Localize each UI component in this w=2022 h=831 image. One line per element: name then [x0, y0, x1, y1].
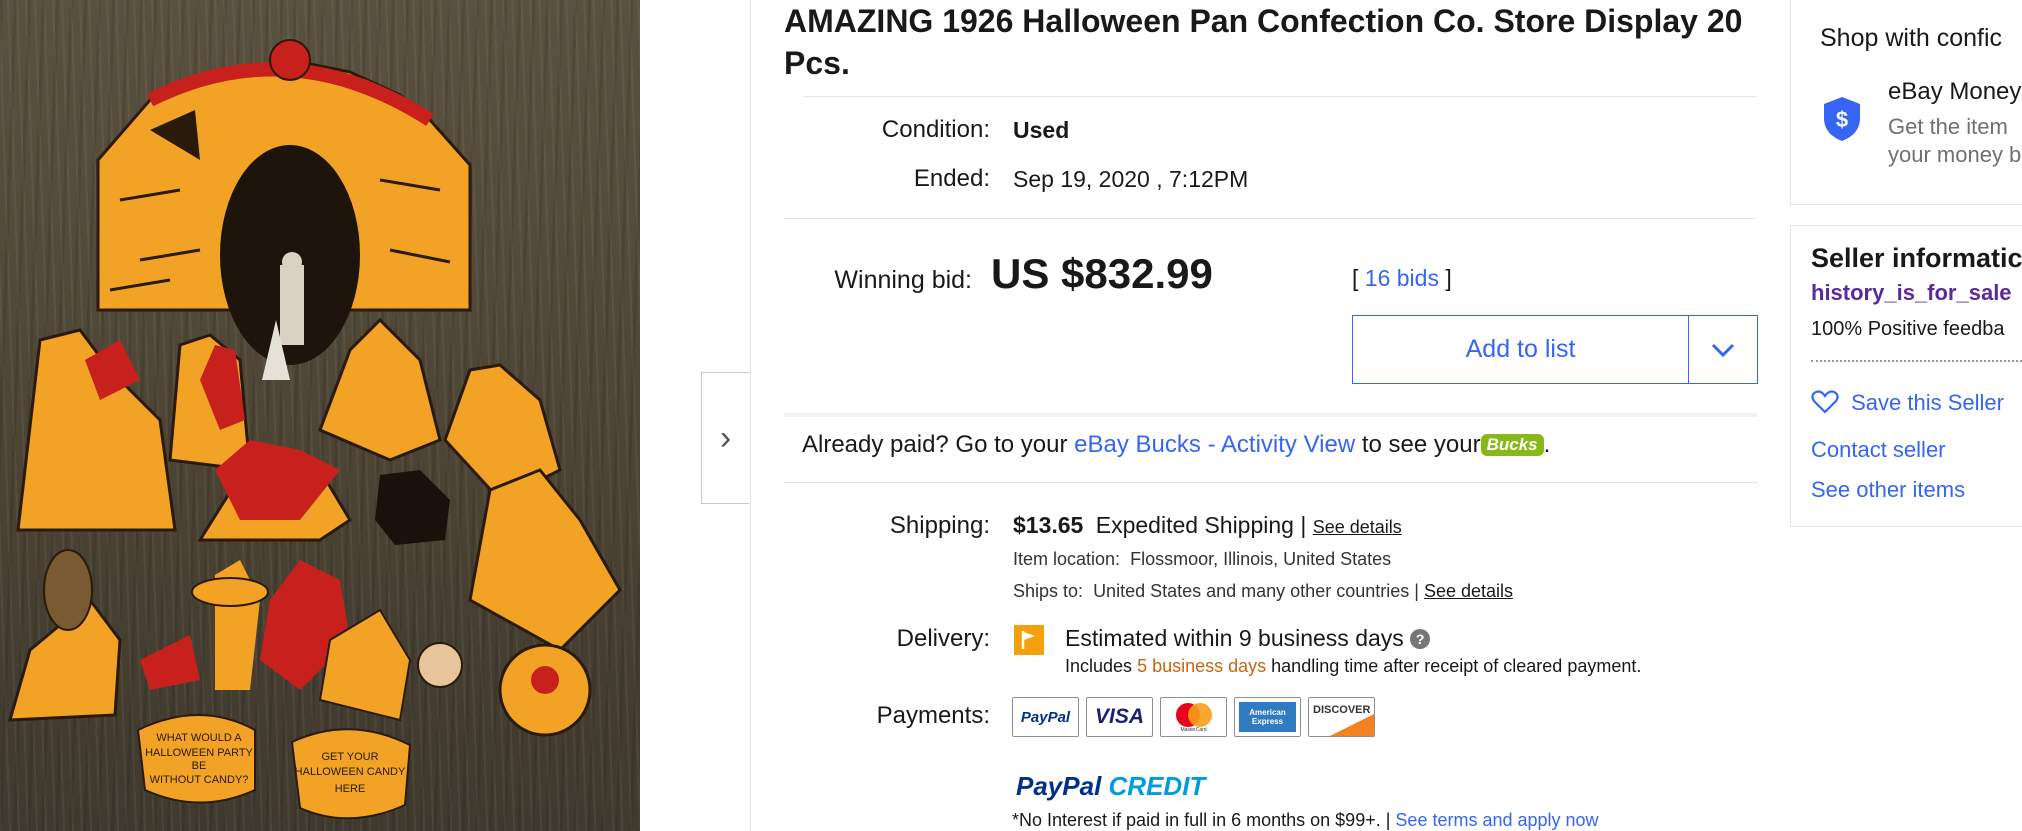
amex-logo-text: American Express — [1249, 708, 1286, 726]
bids-bracket-close: ] — [1445, 265, 1452, 291]
money-back-title: eBay Money — [1888, 78, 2022, 105]
mastercard-icon — [1175, 702, 1212, 727]
seller-info-title: Seller informatic — [1811, 243, 2022, 273]
add-to-list-control: Add to list — [1352, 315, 1758, 384]
save-seller-button[interactable]: Save this Seller — [1811, 390, 2004, 416]
see-terms-link[interactable]: See terms and apply now — [1395, 810, 1598, 830]
shipping-see-details-link[interactable]: See details — [1313, 517, 1402, 537]
sign-left-line-2: HALLOWEEN PARTY — [145, 747, 253, 759]
paypal-logo: PayPal — [1012, 697, 1079, 737]
contact-seller-link[interactable]: Contact seller — [1811, 437, 1946, 463]
heart-icon — [1811, 390, 1839, 414]
ended-label: Ended: — [913, 165, 990, 192]
condition-value: Used — [1013, 117, 1070, 143]
add-to-list-button[interactable]: Add to list — [1353, 316, 1689, 383]
money-back-line-2: your money b — [1888, 142, 2022, 167]
shipping-line: $13.65 Expedited Shipping | See details — [1013, 512, 1402, 539]
visa-logo: VISA — [1086, 697, 1153, 737]
sign-left-line-3: BE — [192, 760, 207, 772]
bucks-badge: Bucks — [1480, 434, 1544, 456]
sign-left-line-4: WITHOUT CANDY? — [150, 774, 249, 786]
handling-suffix: handling time after receipt of cleared p… — [1271, 656, 1642, 676]
paid-prefix: Already paid? Go to your — [802, 431, 1068, 458]
seller-name-link[interactable]: history_is_for_sale — [1811, 280, 2012, 306]
money-back-line-1: Get the item — [1888, 114, 2008, 139]
ships-to-value: United States and many other countries | — [1093, 581, 1419, 601]
handling-time-note: Includes 5 business days handling time a… — [1065, 656, 1641, 677]
shop-confidence-title: Shop with confic — [1820, 24, 2003, 52]
seller-divider — [1811, 360, 2022, 362]
chevron-down-icon — [1711, 343, 1735, 357]
paypal-credit-word: CREDIT — [1108, 771, 1206, 801]
condition-divider — [784, 218, 1756, 219]
bids-bracket-open: [ — [1352, 265, 1359, 291]
paypal-credit-brand: PayPal — [1016, 771, 1102, 801]
ebay-bucks-activity-link[interactable]: eBay Bucks - Activity View — [1074, 431, 1355, 458]
delivery-estimate: Estimated within 9 business days ? — [1065, 625, 1431, 652]
no-interest-text: *No Interest if paid in full in 6 months… — [1012, 810, 1391, 830]
seller-feedback: 100% Positive feedba — [1811, 318, 2005, 340]
listing-photo[interactable]: WHAT WOULD A HALLOWEEN PARTY BE WITHOUT … — [0, 0, 640, 831]
payments-label: Payments: — [876, 702, 990, 729]
delivery-estimate-text: Estimated within 9 business days — [1065, 625, 1404, 651]
discover-logo: DISCOVER — [1308, 697, 1375, 737]
handling-days: 5 business days — [1137, 656, 1267, 676]
gallery-next-button[interactable]: › — [701, 372, 749, 504]
shipping-label: Shipping: — [889, 512, 990, 539]
item-location-label: Item location: — [1013, 549, 1121, 569]
photo-margin — [640, 0, 702, 831]
ships-to-see-details-link[interactable]: See details — [1424, 581, 1513, 601]
sign-left-line-1: WHAT WOULD A — [156, 732, 242, 744]
mastercard-logo-text: MasterCard — [1180, 726, 1207, 733]
item-location-value: Flossmoor, Illinois, United States — [1130, 549, 1392, 569]
ships-to-label: Ships to: — [1013, 581, 1084, 601]
flag-icon — [1021, 631, 1035, 649]
sign-right-line-3: HERE — [335, 783, 366, 795]
bid-count: [ 16 bids ] — [1352, 265, 1452, 292]
paypal-credit-note: *No Interest if paid in full in 6 months… — [1012, 810, 1599, 831]
already-paid-message: Already paid? Go to your eBay Bucks - Ac… — [802, 431, 1550, 459]
delivery-flag — [1014, 625, 1044, 655]
paid-suffix: to see your — [1361, 431, 1481, 458]
paid-end: . — [1543, 431, 1551, 458]
bid-history-link[interactable]: 16 bids — [1365, 265, 1439, 291]
paypal-logo-text: PayPal — [1020, 708, 1071, 726]
discover-stripe — [1330, 714, 1374, 736]
item-location: Item location: Flossmoor, Illinois, Unit… — [1013, 549, 1391, 570]
save-seller-label: Save this Seller — [1851, 390, 2004, 415]
chevron-right-icon: › — [719, 418, 732, 457]
svg-text:$: $ — [1836, 107, 1848, 132]
winning-bid-price: US $832.99 — [991, 250, 1213, 297]
condition-label: Condition: — [881, 116, 990, 143]
ended-value: Sep 19, 2020 , 7:12PM — [1013, 166, 1249, 192]
add-to-list-menu-button[interactable] — [1689, 316, 1757, 383]
shield-dollar-icon: $ — [1824, 97, 1860, 141]
item-title: AMAZING 1926 Halloween Pan Confection Co… — [784, 3, 1743, 81]
sign-right-line-2: HALLOWEEN CANDY — [295, 766, 406, 778]
halloween-display-illustration: WHAT WOULD A HALLOWEEN PARTY BE WITHOUT … — [7, 39, 622, 820]
handling-prefix: Includes — [1065, 656, 1133, 676]
winning-bid-label: Winning bid: — [834, 266, 972, 294]
ships-to: Ships to: United States and many other c… — [1013, 581, 1513, 602]
amex-logo: American Express — [1234, 697, 1301, 737]
paypal-credit-logo: PayPal CREDIT — [1016, 771, 1205, 802]
visa-logo-text: VISA — [1094, 705, 1144, 728]
column-divider — [750, 0, 751, 831]
shipping-method: Expedited Shipping | — [1095, 512, 1307, 538]
sign-right-line-1: GET YOUR — [321, 751, 378, 763]
mastercard-logo: MasterCard — [1160, 697, 1227, 737]
question-icon[interactable]: ? — [1410, 629, 1431, 649]
shipping-cost: $13.65 — [1013, 512, 1084, 538]
delivery-label: Delivery: — [896, 625, 990, 652]
title-divider — [804, 96, 1756, 97]
see-other-items-link[interactable]: See other items — [1811, 477, 1965, 503]
